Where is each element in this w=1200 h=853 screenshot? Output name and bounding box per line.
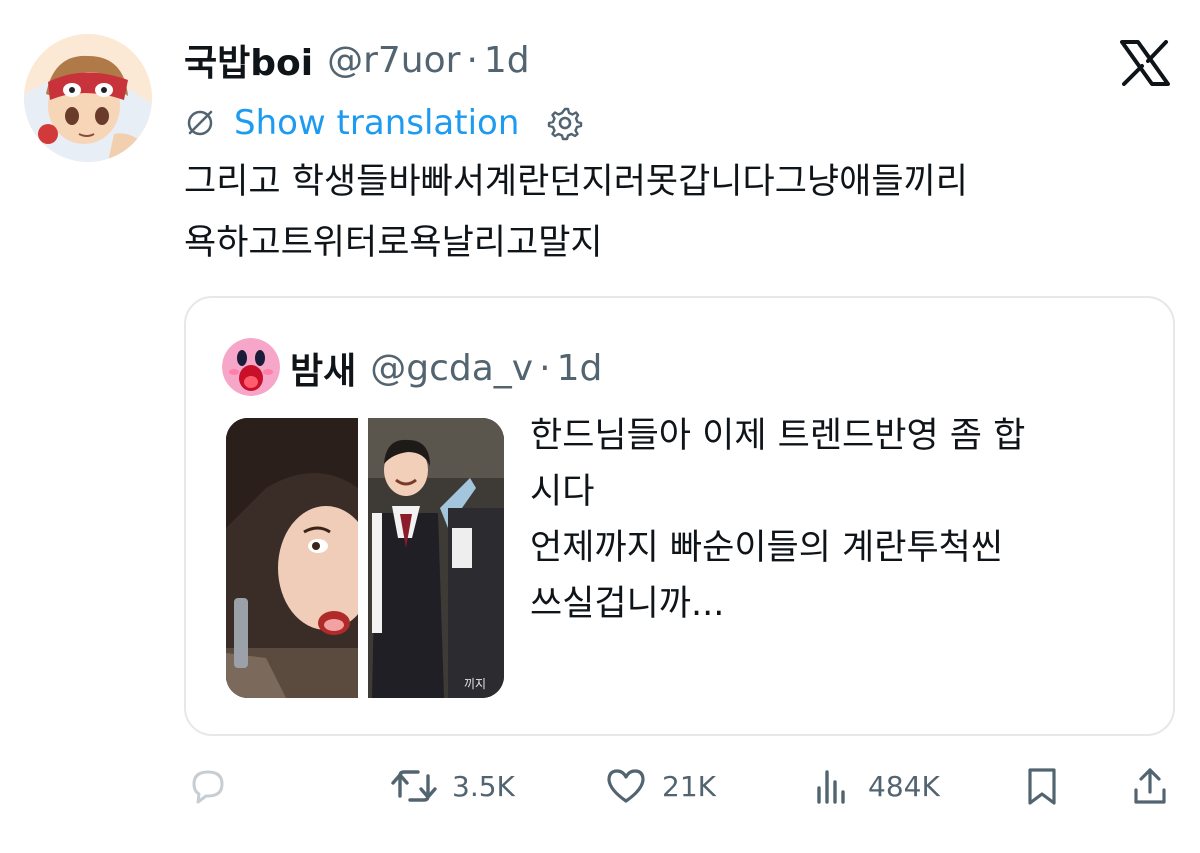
quoted-author-handle[interactable]: @gcda_v (370, 348, 533, 389)
quoted-text-line: 쓰실겁니까... (530, 584, 725, 624)
quoted-tweet-header: 밤새 @gcda_v · 1d (290, 342, 602, 394)
image-caption: 끼지 (464, 677, 486, 691)
like-count: 21K (662, 769, 716, 803)
author-avatar[interactable] (24, 34, 152, 162)
author-handle[interactable]: @r7uor (327, 40, 460, 81)
quoted-author-avatar[interactable] (222, 338, 280, 396)
timestamp[interactable]: 1d (484, 40, 530, 81)
retweet-button[interactable]: 3.5K (390, 760, 515, 812)
quoted-timestamp[interactable]: 1d (557, 348, 603, 389)
author-name[interactable]: 국밥boi (184, 34, 313, 86)
reply-icon (186, 764, 230, 808)
bookmark-button[interactable] (1020, 760, 1064, 812)
action-bar: 3.5K 21K 484K (184, 760, 1184, 812)
separator-dot: · (539, 347, 551, 389)
retweet-count: 3.5K (452, 769, 515, 803)
quoted-tweet-card[interactable]: 밤새 @gcda_v · 1d 끼지 한드님들아 이제 트렌드반영 좀 합 시다… (184, 296, 1175, 736)
quoted-tweet-image[interactable]: 끼지 (226, 418, 504, 698)
reply-button[interactable] (186, 760, 230, 812)
tweet-text-line: 그리고 학생들바빠서계란던지러못갑니다그냥애들끼리 (184, 162, 968, 202)
quoted-text-line: 언제까지 빠순이들의 계란투척씬 (530, 528, 1004, 568)
views-count: 484K (868, 769, 940, 803)
views-button[interactable]: 484K (810, 760, 940, 812)
heart-icon (604, 764, 648, 808)
quoted-author-name[interactable]: 밤새 (290, 342, 356, 394)
views-icon (810, 764, 854, 808)
quoted-text-line: 한드님들아 이제 트렌드반영 좀 합 (530, 416, 1026, 456)
x-logo-icon[interactable] (1120, 40, 1170, 86)
show-translation-link[interactable]: Show translation (234, 103, 519, 143)
separator-dot: · (466, 39, 478, 81)
gear-icon[interactable] (545, 103, 585, 143)
translation-row: Show translation (184, 100, 585, 146)
tweet-header: 국밥boi @r7uor · 1d (184, 34, 530, 86)
quoted-text-line: 시다 (530, 472, 595, 512)
translate-icon (184, 107, 216, 139)
bookmark-icon (1020, 764, 1064, 808)
like-button[interactable]: 21K (604, 760, 716, 812)
share-button[interactable] (1128, 760, 1172, 812)
share-icon (1128, 764, 1172, 808)
quoted-tweet-text: 한드님들아 이제 트렌드반영 좀 합 시다 언제까지 빠순이들의 계란투척씬 쓰… (530, 408, 1150, 632)
tweet-text: 그리고 학생들바빠서계란던지러못갑니다그냥애들끼리 욕하고트위터로욕날리고말지 (184, 152, 1174, 274)
retweet-icon (390, 764, 438, 808)
tweet-text-line: 욕하고트위터로욕날리고말지 (184, 223, 603, 263)
